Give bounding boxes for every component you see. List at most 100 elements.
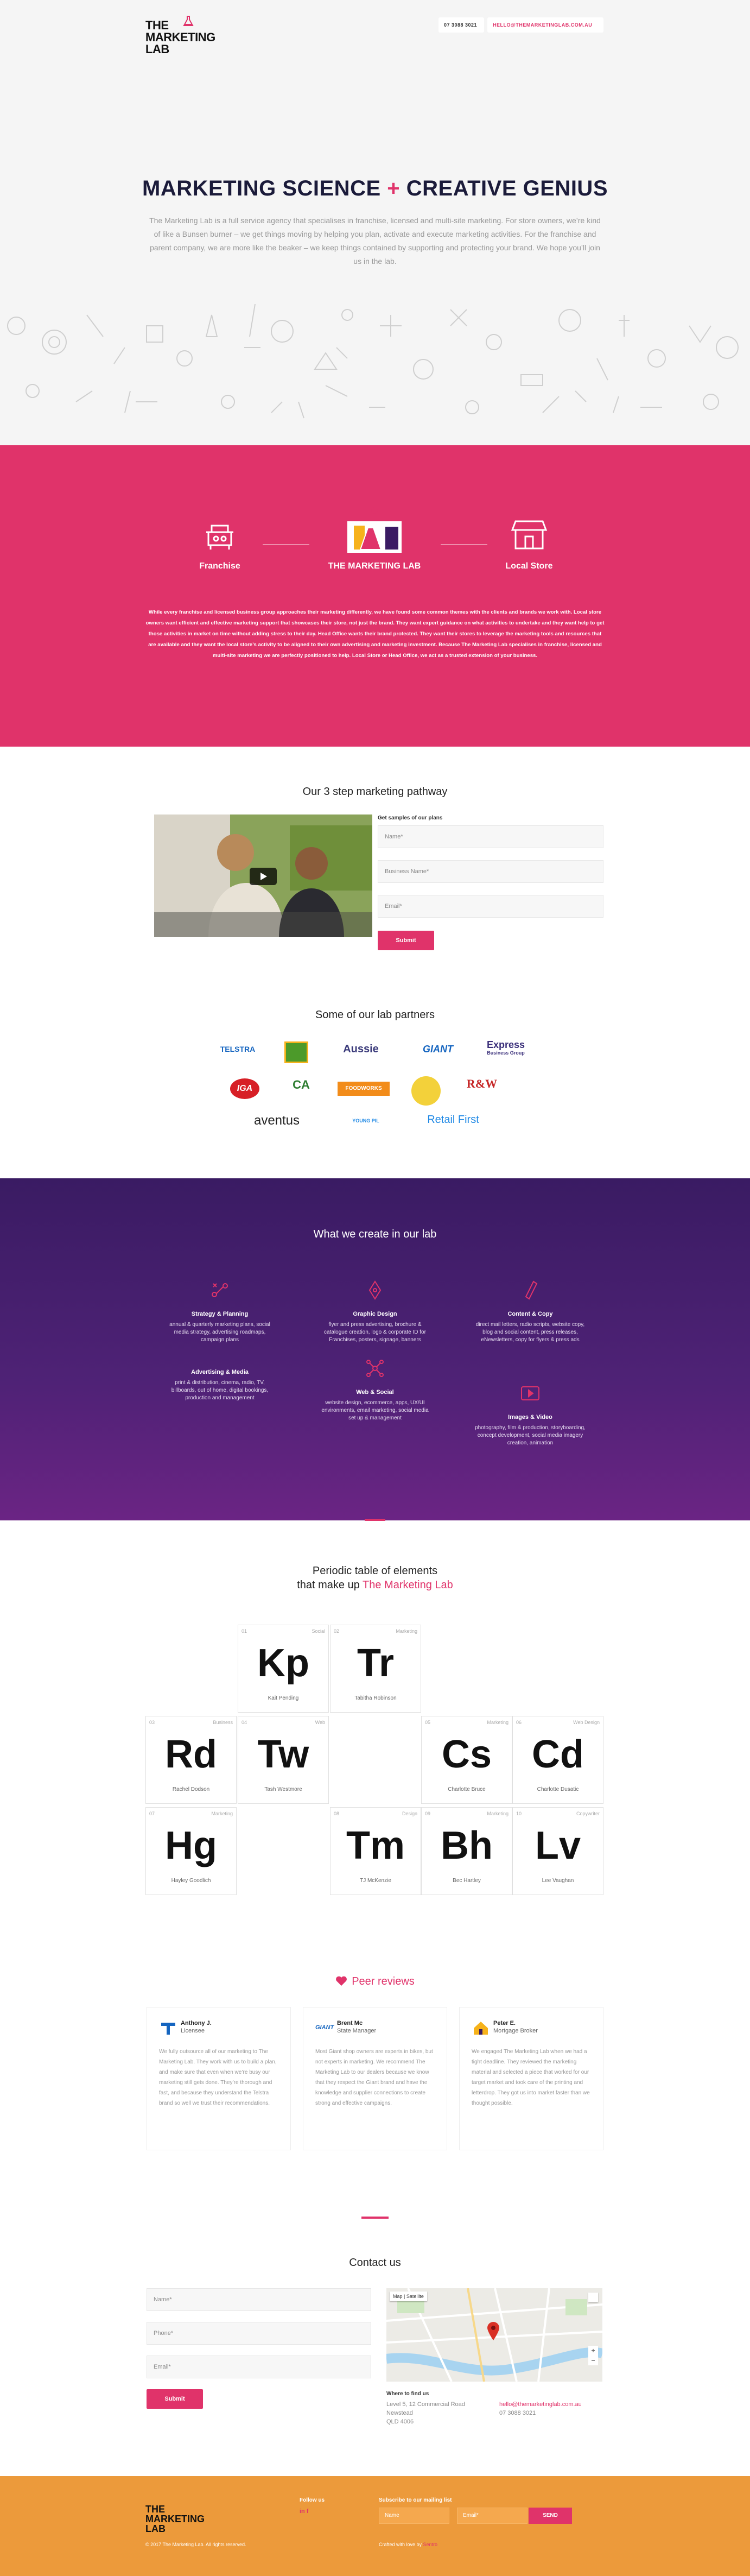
- facebook-icon[interactable]: f: [307, 2508, 309, 2515]
- subscribe-email-input[interactable]: Email*: [457, 2508, 527, 2524]
- reviewer-role: Mortgage Broker: [493, 2028, 538, 2034]
- reviewer-name: Peter E.: [493, 2020, 516, 2026]
- review-card: GIANT Brent Mc State Manager Most Giant s…: [303, 2007, 447, 2150]
- review-text: We engaged The Marketing Lab when we had…: [472, 2049, 590, 2106]
- partner-foodworks: FOODWORKS: [338, 1082, 390, 1096]
- hero-text: The Marketing Lab is a full service agen…: [149, 216, 601, 266]
- samples-form-label: Get samples of our plans: [378, 815, 443, 821]
- contact-details: hello@themarketinglab.com.au 07 3088 302…: [499, 2400, 582, 2417]
- store-icon: [511, 520, 548, 550]
- flask-logo-icon: [183, 16, 194, 26]
- web-social-heading: Web & Social: [356, 1389, 394, 1396]
- satellite-button[interactable]: Satellite: [406, 2294, 424, 2299]
- element-role: Business: [213, 1720, 233, 1725]
- element-name: Rachel Dodson: [172, 1786, 210, 1792]
- samples-submit-button[interactable]: Submit: [378, 931, 434, 950]
- periodic-title-line1: Periodic table of elements: [312, 1565, 438, 1577]
- element-card[interactable]: 03 Business Rd Rachel Dodson: [145, 1716, 237, 1804]
- hero-title: MARKETING SCIENCE + CREATIVE GENIUS: [0, 175, 750, 201]
- social-links: in f: [300, 2508, 309, 2515]
- element-card[interactable]: 10 Copywriter Lv Lee Vaughan: [512, 1807, 603, 1895]
- video-play-icon: [521, 1386, 539, 1400]
- partner-rw: R&W: [466, 1077, 498, 1090]
- element-name: Charlotte Dusatic: [537, 1786, 579, 1792]
- element-name: Hayley Goodlich: [171, 1878, 211, 1884]
- logo-line-2: MARKETING LAB: [145, 30, 215, 56]
- map-type-toggle[interactable]: Map | Satellite: [390, 2291, 427, 2301]
- strategy-heading: Strategy & Planning: [191, 1311, 249, 1317]
- pink-paragraph: While every franchise and licensed busin…: [145, 609, 605, 659]
- element-number: 05: [425, 1720, 431, 1725]
- map-pin-icon[interactable]: [486, 2321, 500, 2340]
- email-input[interactable]: Email*: [378, 895, 603, 918]
- partner-retail-first: Retail First: [427, 1114, 479, 1126]
- contact-email-input[interactable]: Email*: [147, 2356, 371, 2378]
- local-store-block: Local Store: [505, 516, 554, 572]
- graphic-design-heading: Graphic Design: [353, 1311, 397, 1317]
- element-card[interactable]: 05 Marketing Cs Charlotte Bruce: [421, 1716, 512, 1804]
- address-line-1: Level 5, 12 Commercial Road: [386, 2401, 465, 2408]
- element-role: Web: [315, 1720, 325, 1725]
- contact-email-link[interactable]: hello@themarketinglab.com.au: [499, 2400, 582, 2409]
- graphic-design-text: flyer and press advertising, brochure & …: [324, 1322, 426, 1343]
- services-section: What we create in our lab Strategy & Pla…: [0, 1178, 750, 1520]
- reviewer-role: Licensee: [181, 2028, 205, 2034]
- map-embed[interactable]: Map | Satellite + −: [386, 2288, 602, 2382]
- element-name: Lee Vaughan: [542, 1878, 574, 1884]
- site-logo[interactable]: THE MARKETING LAB: [145, 16, 227, 56]
- franchise-block: Franchise: [195, 516, 244, 572]
- section-divider: [361, 2217, 389, 2219]
- credit-link[interactable]: Sentro: [423, 2542, 438, 2547]
- contact-phone-input[interactable]: Phone*: [147, 2322, 371, 2345]
- service-strategy: Strategy & Planning annual & quarterly m…: [163, 1279, 277, 1344]
- contact-phone-link[interactable]: 07 3088 3021: [499, 2409, 582, 2417]
- element-role: Marketing: [487, 1720, 509, 1725]
- connector-line-left: [263, 544, 309, 545]
- element-card[interactable]: 07 Marketing Hg Hayley Goodlich: [145, 1807, 237, 1895]
- pen-nib-icon: [368, 1280, 382, 1300]
- franchise-icon: [206, 525, 233, 550]
- local-store-label: Local Store: [505, 561, 553, 571]
- element-name: Bec Hartley: [453, 1878, 481, 1884]
- content-text: direct mail letters, radio scripts, webs…: [475, 1322, 585, 1343]
- element-name: Kait Pending: [268, 1695, 299, 1701]
- element-card[interactable]: 06 Web Design Cd Charlotte Dusatic: [512, 1716, 603, 1804]
- zoom-control[interactable]: + −: [588, 2346, 598, 2365]
- marketing-lab-block: THE MARKETING LAB: [320, 500, 429, 572]
- footer-logo[interactable]: THE MARKETING LAB: [145, 2504, 216, 2534]
- element-name: TJ McKenzie: [360, 1878, 391, 1884]
- instagram-icon[interactable]: in: [300, 2508, 305, 2515]
- reviews-title-text: Peer reviews: [352, 1975, 415, 1987]
- email-link[interactable]: HELLO@THEMARKETINGLAB.COM.AU: [487, 17, 603, 33]
- phone-link[interactable]: 07 3088 3021: [438, 17, 484, 33]
- pathway-title: Our 3 step marketing pathway: [302, 786, 448, 798]
- subscribe-name-input[interactable]: Name: [379, 2508, 449, 2524]
- where-label: Where to find us: [386, 2391, 429, 2397]
- send-button[interactable]: SEND: [529, 2508, 572, 2524]
- element-card[interactable]: 08 Design Tm TJ McKenzie: [330, 1807, 421, 1895]
- element-number: 03: [149, 1720, 155, 1725]
- franchise-label: Franchise: [199, 561, 240, 571]
- play-button[interactable]: [250, 868, 277, 885]
- name-input[interactable]: Name*: [378, 825, 603, 848]
- address-line-3: QLD 4006: [386, 2419, 414, 2425]
- service-web-social: Web & Social website design, ecommerce, …: [318, 1358, 432, 1422]
- connector-line-right: [441, 544, 487, 545]
- service-advertising: Advertising & Media print & distribution…: [163, 1368, 277, 1402]
- map-button[interactable]: Map: [393, 2294, 403, 2299]
- video-player[interactable]: [154, 815, 372, 937]
- business-name-input[interactable]: Business Name*: [378, 860, 603, 883]
- element-card[interactable]: 01 Social Kp Kait Pending: [238, 1625, 329, 1713]
- fullscreen-button[interactable]: [588, 2293, 598, 2302]
- footer: [0, 2476, 750, 2576]
- partner-telstra: TELSTRA: [211, 1044, 265, 1055]
- element-number: 07: [149, 1811, 155, 1816]
- element-symbol: Tw: [257, 1733, 309, 1776]
- contact-submit-button[interactable]: Submit: [147, 2389, 203, 2409]
- element-card[interactable]: 02 Marketing Tr Tabitha Robinson: [330, 1625, 421, 1713]
- contact-name-input[interactable]: Name*: [147, 2288, 371, 2311]
- section-divider: [365, 1519, 385, 1521]
- element-card[interactable]: 04 Web Tw Tash Westmore: [238, 1716, 329, 1804]
- element-card[interactable]: 09 Marketing Bh Bec Hartley: [421, 1807, 512, 1895]
- review-card: Anthony J. Licensee We fully outsource al…: [147, 2007, 291, 2150]
